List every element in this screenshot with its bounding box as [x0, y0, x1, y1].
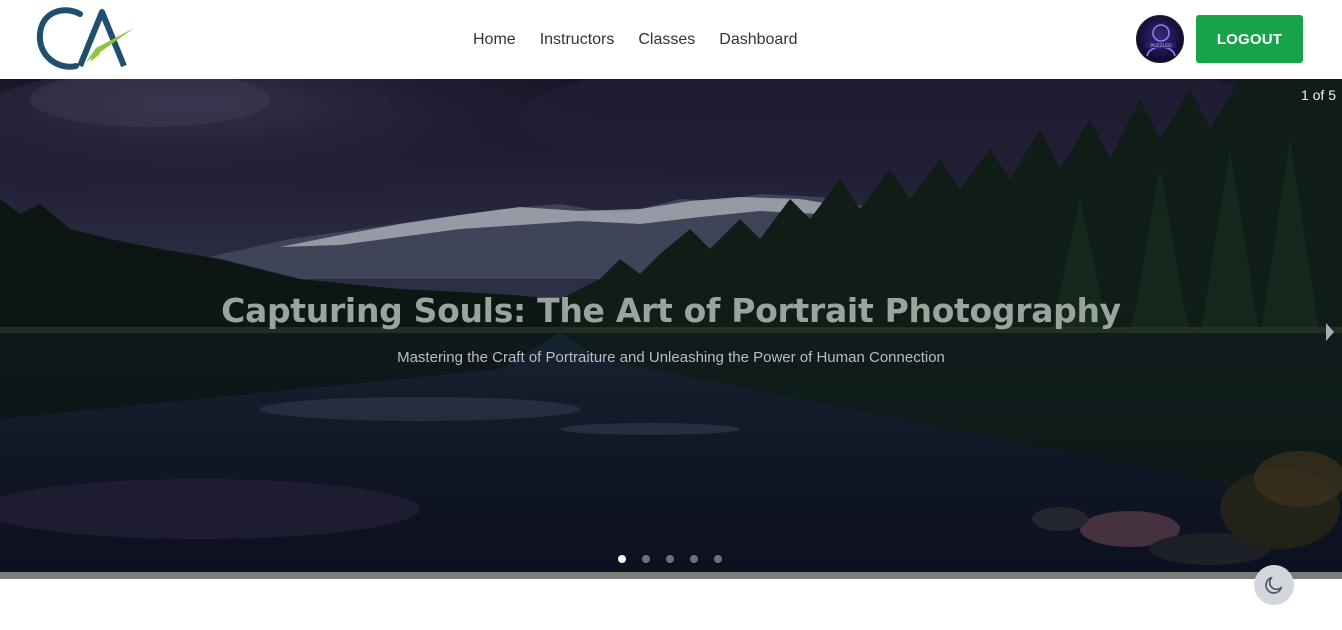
nav-instructors[interactable]: Instructors [540, 30, 615, 50]
slide-dot-2[interactable] [642, 555, 650, 563]
slide-counter: 1 of 5 [1300, 87, 1336, 103]
avatar-image: PUZZLED [1146, 24, 1176, 57]
chevron-right-icon[interactable] [1324, 321, 1336, 343]
nav-home[interactable]: Home [473, 30, 516, 50]
moon-icon [1265, 576, 1283, 594]
avatar-text: PUZZLED [1150, 43, 1172, 49]
slider-progress-bar [0, 572, 1342, 579]
slide-dot-3[interactable] [666, 555, 674, 563]
nav-classes[interactable]: Classes [638, 30, 695, 50]
hero-title: Capturing Souls: The Art of Portrait Pho… [221, 291, 1121, 330]
brand-logo[interactable] [36, 4, 140, 72]
slide-dot-4[interactable] [690, 555, 698, 563]
main-nav: Home Instructors Classes Dashboard [473, 30, 822, 50]
slide-dot-5[interactable] [714, 555, 722, 563]
slide-dots [618, 555, 738, 563]
hero-slider: 1 of 5 Capturing Souls: The Art of Portr… [0, 79, 1342, 572]
user-avatar[interactable]: PUZZLED [1136, 15, 1184, 63]
theme-toggle-button[interactable] [1254, 565, 1294, 605]
hero-subtitle: Mastering the Craft of Portraiture and U… [397, 349, 945, 366]
site-header: Home Instructors Classes Dashboard PUZZL… [0, 0, 1342, 79]
logout-button[interactable]: LOGOUT [1196, 15, 1303, 63]
nav-dashboard[interactable]: Dashboard [719, 30, 797, 50]
slide-dot-1[interactable] [618, 555, 626, 563]
